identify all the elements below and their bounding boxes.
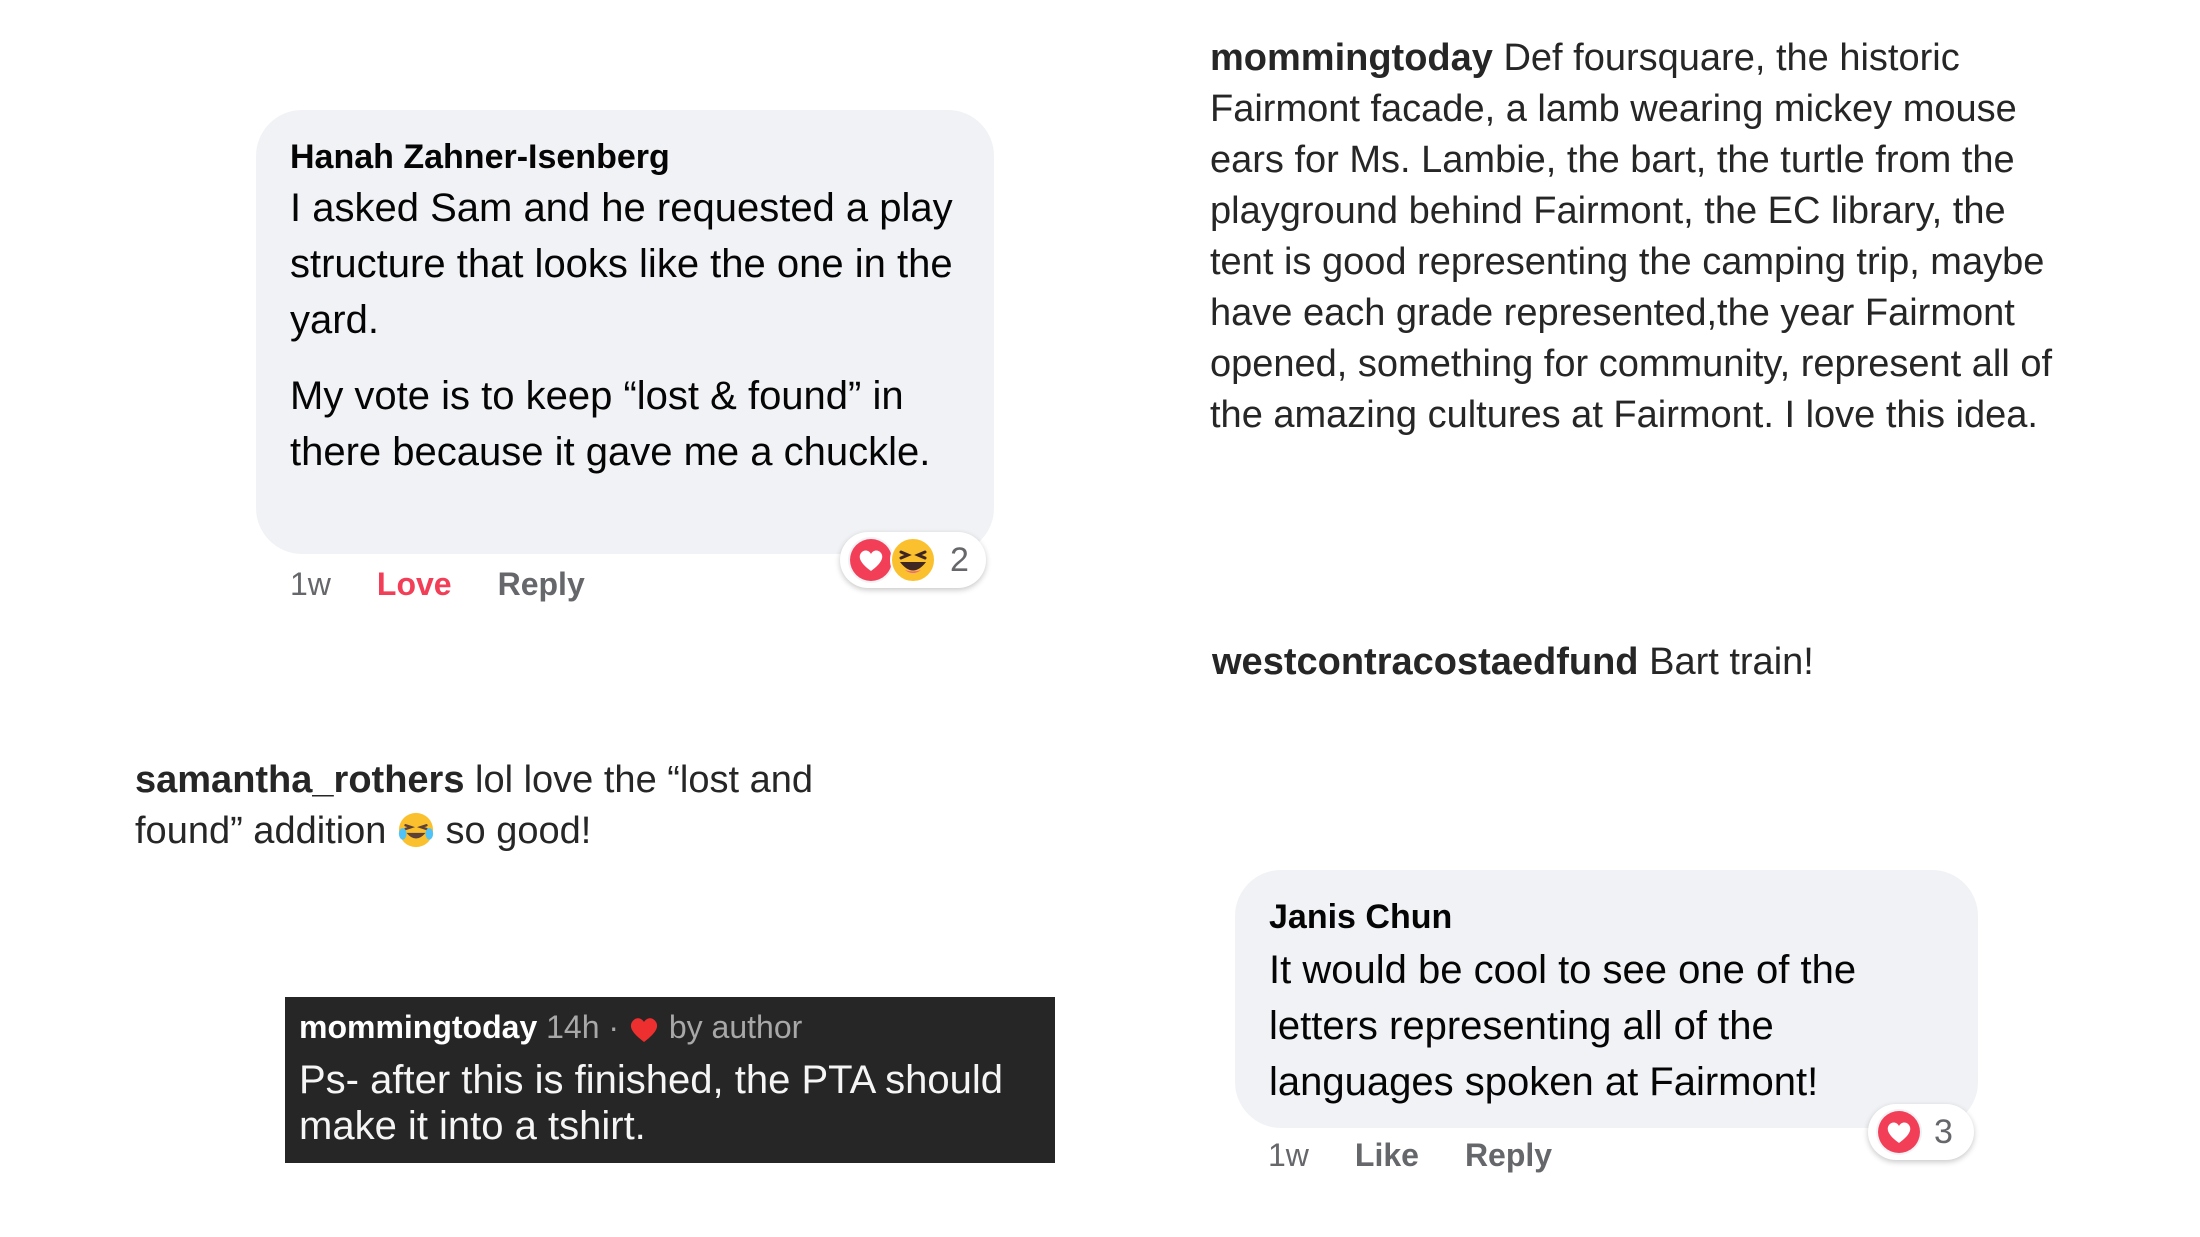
reaction-summary[interactable]: 2	[840, 532, 986, 588]
comment-username[interactable]: westcontracostaedfund	[1212, 641, 1639, 683]
ig-comment-westcontra: westcontracostaedfund Bart train!	[1212, 637, 2012, 688]
by-author-label: by author	[668, 1009, 803, 1045]
comment-text: so good!	[445, 810, 592, 852]
comment-time[interactable]: 1w	[1268, 1137, 1309, 1174]
ig-comment-samantha: samantha_rothers lol love the “lost and …	[135, 755, 895, 857]
comment-text: Ps- after this is finished, the PTA shou…	[299, 1058, 1004, 1148]
comment-actions: 1w Love Reply	[290, 562, 585, 606]
comment-time: 14h	[546, 1009, 600, 1045]
like-button[interactable]: Like	[1355, 1137, 1419, 1174]
separator: ·	[608, 1009, 620, 1045]
comment-text: Def foursquare, the historic Fairmont fa…	[1210, 37, 2053, 436]
reaction-count: 3	[1934, 1112, 1953, 1151]
comment-author[interactable]: Hanah Zahner-Isenberg	[290, 136, 960, 178]
comment-author[interactable]: Janis Chun	[1269, 896, 1944, 938]
comment-username[interactable]: mommingtoday	[299, 1009, 537, 1045]
love-button[interactable]: Love	[377, 566, 452, 603]
comment-text: It would be cool to see one of the lette…	[1269, 948, 1857, 1104]
ig-reply-dark: mommingtoday 14h · by author Ps- after t…	[285, 997, 1055, 1163]
reply-header: mommingtoday 14h · by author	[299, 1005, 1041, 1049]
comment-text: Bart train!	[1649, 641, 1814, 683]
heart-icon	[630, 1018, 658, 1042]
reply-button[interactable]: Reply	[1465, 1137, 1552, 1174]
haha-reaction-icon	[890, 537, 936, 583]
ig-comment-mommingtoday: mommingtoday Def foursquare, the histori…	[1210, 33, 2060, 441]
comment-bubble-hanah: Hanah Zahner-Isenberg I asked Sam and he…	[256, 110, 994, 554]
comment-time[interactable]: 1w	[290, 566, 331, 603]
reaction-summary[interactable]: 3	[1868, 1104, 1974, 1160]
reaction-count: 2	[950, 540, 969, 579]
comment-username[interactable]: samantha_rothers	[135, 759, 464, 801]
comment-bubble-janis: Janis Chun It would be cool to see one o…	[1235, 870, 1978, 1128]
comment-text: My vote is to keep “lost & found” in the…	[290, 374, 931, 474]
laughing-emoji	[398, 812, 434, 848]
comment-username[interactable]: mommingtoday	[1210, 37, 1493, 79]
reply-button[interactable]: Reply	[498, 566, 585, 603]
comment-text: I asked Sam and he requested a play stru…	[290, 186, 953, 342]
comment-actions: 1w Like Reply	[1268, 1133, 1552, 1177]
love-reaction-icon	[1876, 1109, 1922, 1155]
